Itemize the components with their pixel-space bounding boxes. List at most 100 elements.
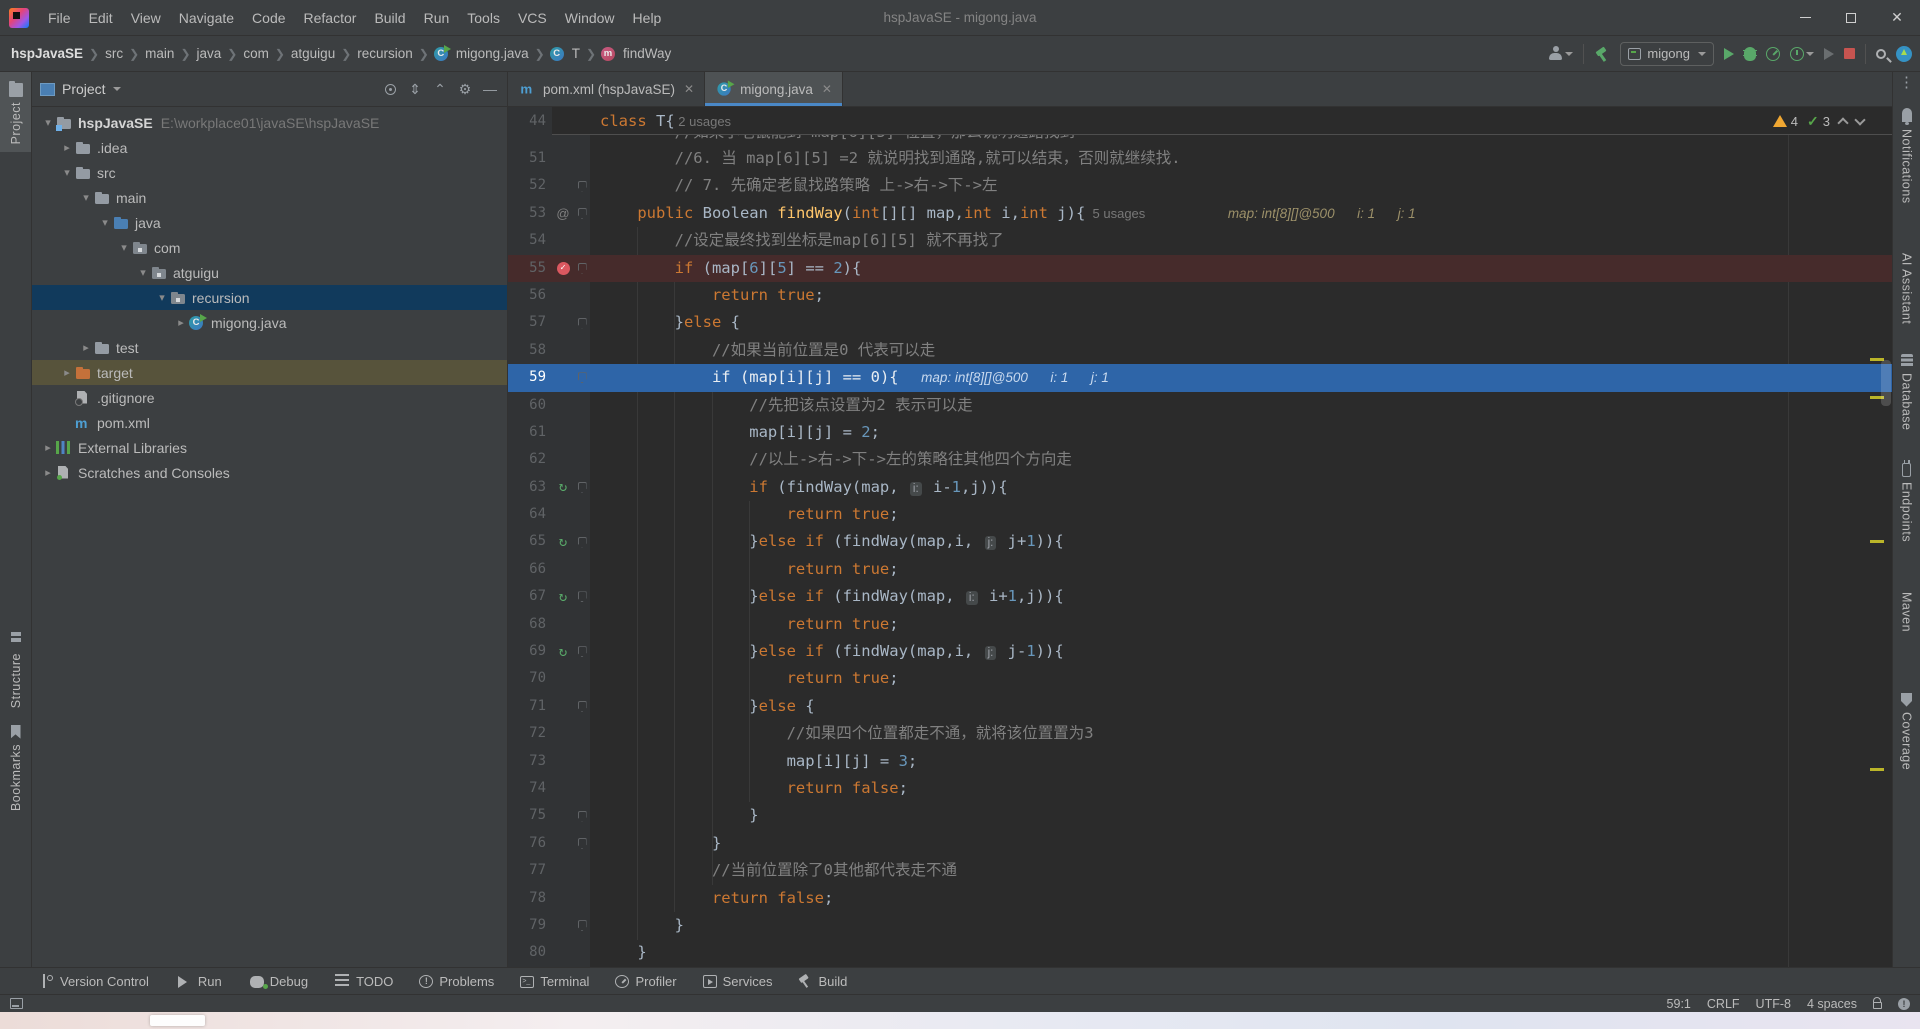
fold-gutter[interactable] — [574, 364, 590, 391]
tree-item[interactable]: ▸External Libraries — [32, 435, 507, 460]
tree-toggle-icon[interactable]: ▾ — [78, 191, 94, 204]
breakpoint-icon[interactable]: ✓ — [557, 262, 570, 275]
code-line[interactable]: 66return true; — [508, 556, 1892, 583]
status-line-separator[interactable]: CRLF — [1707, 997, 1740, 1011]
sidebar-item-database[interactable]: Database — [1893, 346, 1920, 439]
tool-window-button-run[interactable]: Run — [175, 974, 222, 989]
tree-item[interactable]: ▾com — [32, 235, 507, 260]
sidebar-item-bookmarks[interactable]: Bookmarks — [0, 717, 31, 819]
tree-toggle-icon[interactable]: ▾ — [97, 216, 113, 229]
notifications-icon[interactable]: ! — [1898, 998, 1910, 1010]
status-indent[interactable]: 4 spaces — [1807, 997, 1857, 1011]
tool-window-button-debug[interactable]: Debug — [248, 974, 308, 989]
menu-refactor[interactable]: Refactor — [295, 0, 366, 36]
search-everywhere-icon[interactable] — [1876, 49, 1886, 59]
code-line[interactable]: 76} — [508, 830, 1892, 857]
warning-stripe-mark[interactable] — [1870, 768, 1884, 771]
code-line[interactable]: 56return true; — [508, 282, 1892, 309]
code-line[interactable]: 51//6. 当 map[6][5] =2 就说明找到通路,就可以结束，否则就继… — [508, 145, 1892, 172]
unlock-icon[interactable] — [1873, 1002, 1882, 1009]
fold-marker-icon[interactable] — [578, 318, 587, 329]
fold-gutter[interactable] — [574, 309, 590, 336]
fold-marker-icon[interactable] — [578, 482, 587, 493]
code-line[interactable]: 54//设定最终找到坐标是map[6][5] 就不再找了 — [508, 227, 1892, 254]
close-tab-icon[interactable]: ✕ — [684, 82, 694, 96]
build-hammer-icon[interactable] — [1594, 46, 1610, 62]
fold-gutter[interactable] — [574, 200, 590, 227]
fold-gutter[interactable] — [574, 638, 590, 665]
code-editor[interactable]: //如果小老鼠能到 map[6][5] 位置，那么说明通路找到51//6. 当 … — [508, 135, 1892, 967]
bp-gutter[interactable]: ✓ — [552, 255, 574, 282]
tool-window-button-todo[interactable]: TODO — [334, 973, 393, 989]
tree-item[interactable]: ▸.idea — [32, 135, 507, 160]
tree-item[interactable]: mpom.xml — [32, 410, 507, 435]
run-with-coverage-button[interactable] — [1790, 47, 1814, 61]
menu-tools[interactable]: Tools — [458, 0, 509, 36]
breadcrumb-item[interactable]: atguigu — [288, 45, 338, 62]
close-button[interactable]: ✕ — [1874, 0, 1920, 36]
breadcrumb-item[interactable]: migong.java — [453, 45, 532, 62]
code-line[interactable]: 73map[i][j] = 3; — [508, 748, 1892, 775]
rec-gutter[interactable]: ↻ — [552, 583, 574, 610]
code-line[interactable]: 57}else { — [508, 309, 1892, 336]
fold-gutter[interactable] — [574, 474, 590, 501]
fold-gutter[interactable] — [574, 528, 590, 555]
fold-marker-icon[interactable] — [578, 181, 587, 192]
tool-window-button-problems[interactable]: !Problems — [419, 974, 494, 989]
breadcrumb-item[interactable]: hspJavaSE — [8, 45, 86, 62]
tree-item[interactable]: ▸test — [32, 335, 507, 360]
rec-gutter[interactable]: ↻ — [552, 474, 574, 501]
menu-view[interactable]: View — [122, 0, 170, 36]
code-line[interactable]: 72//如果四个位置都走不通，就将该位置置为3 — [508, 720, 1892, 747]
code-line[interactable]: 58//如果当前位置是0 代表可以走 — [508, 337, 1892, 364]
tree-toggle-icon[interactable]: ▾ — [40, 116, 56, 129]
fold-marker-icon[interactable] — [578, 372, 587, 383]
debug-button[interactable] — [1744, 47, 1756, 61]
menu-build[interactable]: Build — [365, 0, 414, 36]
tool-window-button-version-control[interactable]: Version Control — [40, 974, 149, 989]
tree-item[interactable]: ▾recursion — [32, 285, 507, 310]
sidebar-item-notifications[interactable]: Notifications — [1893, 98, 1920, 212]
tree-toggle-icon[interactable]: ▸ — [173, 316, 189, 329]
code-line[interactable]: 71}else { — [508, 693, 1892, 720]
fold-marker-icon[interactable] — [578, 208, 587, 219]
fold-marker-icon[interactable] — [578, 920, 587, 931]
fold-marker-icon[interactable] — [578, 838, 587, 849]
code-line[interactable]: 52// 7. 先确定老鼠找路策略 上->右->下->左 — [508, 172, 1892, 199]
settings-gear-icon[interactable]: ⚙ — [456, 80, 474, 98]
code-line[interactable]: 78return false; — [508, 885, 1892, 912]
sidebar-item-endpoints[interactable]: Endpoints — [1893, 452, 1920, 550]
tree-item[interactable]: ▸Scratches and Consoles — [32, 460, 507, 485]
warning-stripe-mark[interactable] — [1870, 540, 1884, 543]
tool-window-button-terminal[interactable]: >_Terminal — [520, 974, 589, 989]
code-line[interactable]: 68return true; — [508, 611, 1892, 638]
user-icon[interactable] — [1548, 46, 1573, 61]
expand-all-icon[interactable]: ⇕ — [406, 80, 424, 98]
menu-vcs[interactable]: VCS — [509, 0, 556, 36]
menu-edit[interactable]: Edit — [80, 0, 122, 36]
hide-panel-icon[interactable]: — — [481, 80, 499, 98]
tree-item[interactable]: ▸Cmigong.java — [32, 310, 507, 335]
tree-item[interactable]: ▾atguigu — [32, 260, 507, 285]
status-encoding[interactable]: UTF-8 — [1756, 997, 1791, 1011]
fold-gutter[interactable] — [574, 583, 590, 610]
code-line[interactable]: 53@public Boolean findWay(int[][] map,in… — [508, 200, 1892, 227]
code-line[interactable]: 64return true; — [508, 501, 1892, 528]
tree-item[interactable]: ▾java — [32, 210, 507, 235]
fold-gutter[interactable] — [574, 830, 590, 857]
code-line[interactable]: 55✓if (map[6][5] == 2){ — [508, 255, 1892, 282]
tree-item[interactable]: .gitignore — [32, 385, 507, 410]
run-config-selector[interactable]: migong — [1620, 42, 1714, 66]
breadcrumb-item[interactable]: src — [102, 45, 126, 62]
fold-gutter[interactable] — [574, 693, 590, 720]
tab-pom-xml-hspjavase-[interactable]: mpom.xml (hspJavaSE)✕ — [508, 72, 705, 106]
tree-item[interactable]: ▾src — [32, 160, 507, 185]
code-line[interactable]: 70return true; — [508, 665, 1892, 692]
tool-window-button-build[interactable]: Build — [798, 974, 847, 989]
breadcrumb-item[interactable]: main — [142, 45, 177, 62]
code-line[interactable]: 77//当前位置除了0其他都代表走不通 — [508, 857, 1892, 884]
code-line[interactable]: 80} — [508, 939, 1892, 966]
close-tab-icon[interactable]: ✕ — [822, 82, 832, 96]
code-line[interactable]: 67↻}else if (findWay(map, i: i+1,j)){ — [508, 583, 1892, 610]
breadcrumb-item[interactable]: findWay — [620, 45, 674, 62]
